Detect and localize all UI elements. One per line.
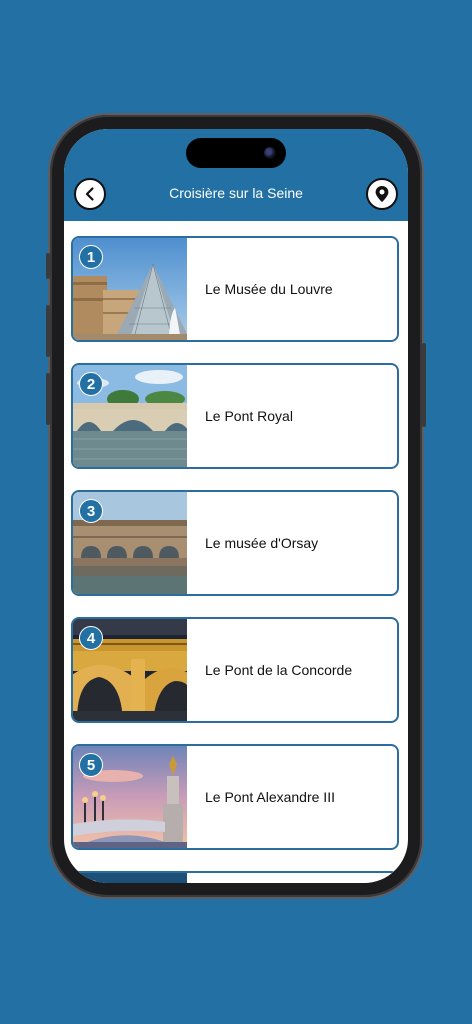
- stop-name: Le musée d'Orsay: [205, 535, 319, 551]
- app-screen: Croisière sur la Seine 1 Le Musée du Lou…: [64, 129, 408, 883]
- stop-card-alexandre-iii[interactable]: 5 Le Pont Alexandre III: [71, 744, 399, 850]
- stop-card-orsay[interactable]: 3 Le musée d'Orsay: [71, 490, 399, 596]
- power-button: [422, 343, 426, 427]
- stop-name: Le Pont de la Concorde: [205, 662, 353, 678]
- stop-card-concorde[interactable]: 4 Le Pont de la Concorde: [71, 617, 399, 723]
- pont-royal-thumbnail: 2: [73, 365, 187, 467]
- concorde-thumbnail: 4: [73, 619, 187, 721]
- stop-6-thumbnail: 6: [73, 873, 187, 883]
- chevron-left-icon: [85, 187, 94, 201]
- stops-list[interactable]: 1 Le Musée du Louvre 2 Le Pont Royal 3 L…: [64, 221, 408, 883]
- stop-name: Le Musée du Louvre: [205, 281, 333, 297]
- stop-name: Le Pont Alexandre III: [205, 789, 335, 805]
- stop-name: Le Pont Royal: [205, 408, 293, 424]
- back-button[interactable]: [74, 178, 106, 210]
- phone-frame: Croisière sur la Seine 1 Le Musée du Lou…: [46, 115, 426, 897]
- stop-card-6[interactable]: 6: [71, 871, 399, 883]
- map-button[interactable]: [366, 178, 398, 210]
- orsay-thumbnail: 3: [73, 492, 187, 594]
- stop-number-badge: 3: [79, 499, 103, 523]
- dynamic-island: [186, 138, 286, 168]
- stop-number-badge: 2: [79, 372, 103, 396]
- mute-switch: [46, 253, 50, 279]
- map-pin-icon: [375, 186, 389, 202]
- stop-number-badge: 1: [79, 245, 103, 269]
- stop-number-badge: 5: [79, 753, 103, 777]
- volume-up-button: [46, 305, 50, 357]
- stop-number-badge: 4: [79, 626, 103, 650]
- alexandre-iii-thumbnail: 5: [73, 746, 187, 848]
- stop-card-louvre[interactable]: 1 Le Musée du Louvre: [71, 236, 399, 342]
- volume-down-button: [46, 373, 50, 425]
- app-header: Croisière sur la Seine: [64, 129, 408, 221]
- louvre-thumbnail: 1: [73, 238, 187, 340]
- stop-card-pont-royal[interactable]: 2 Le Pont Royal: [71, 363, 399, 469]
- camera-icon: [264, 147, 276, 159]
- page-title: Croisière sur la Seine: [169, 185, 303, 201]
